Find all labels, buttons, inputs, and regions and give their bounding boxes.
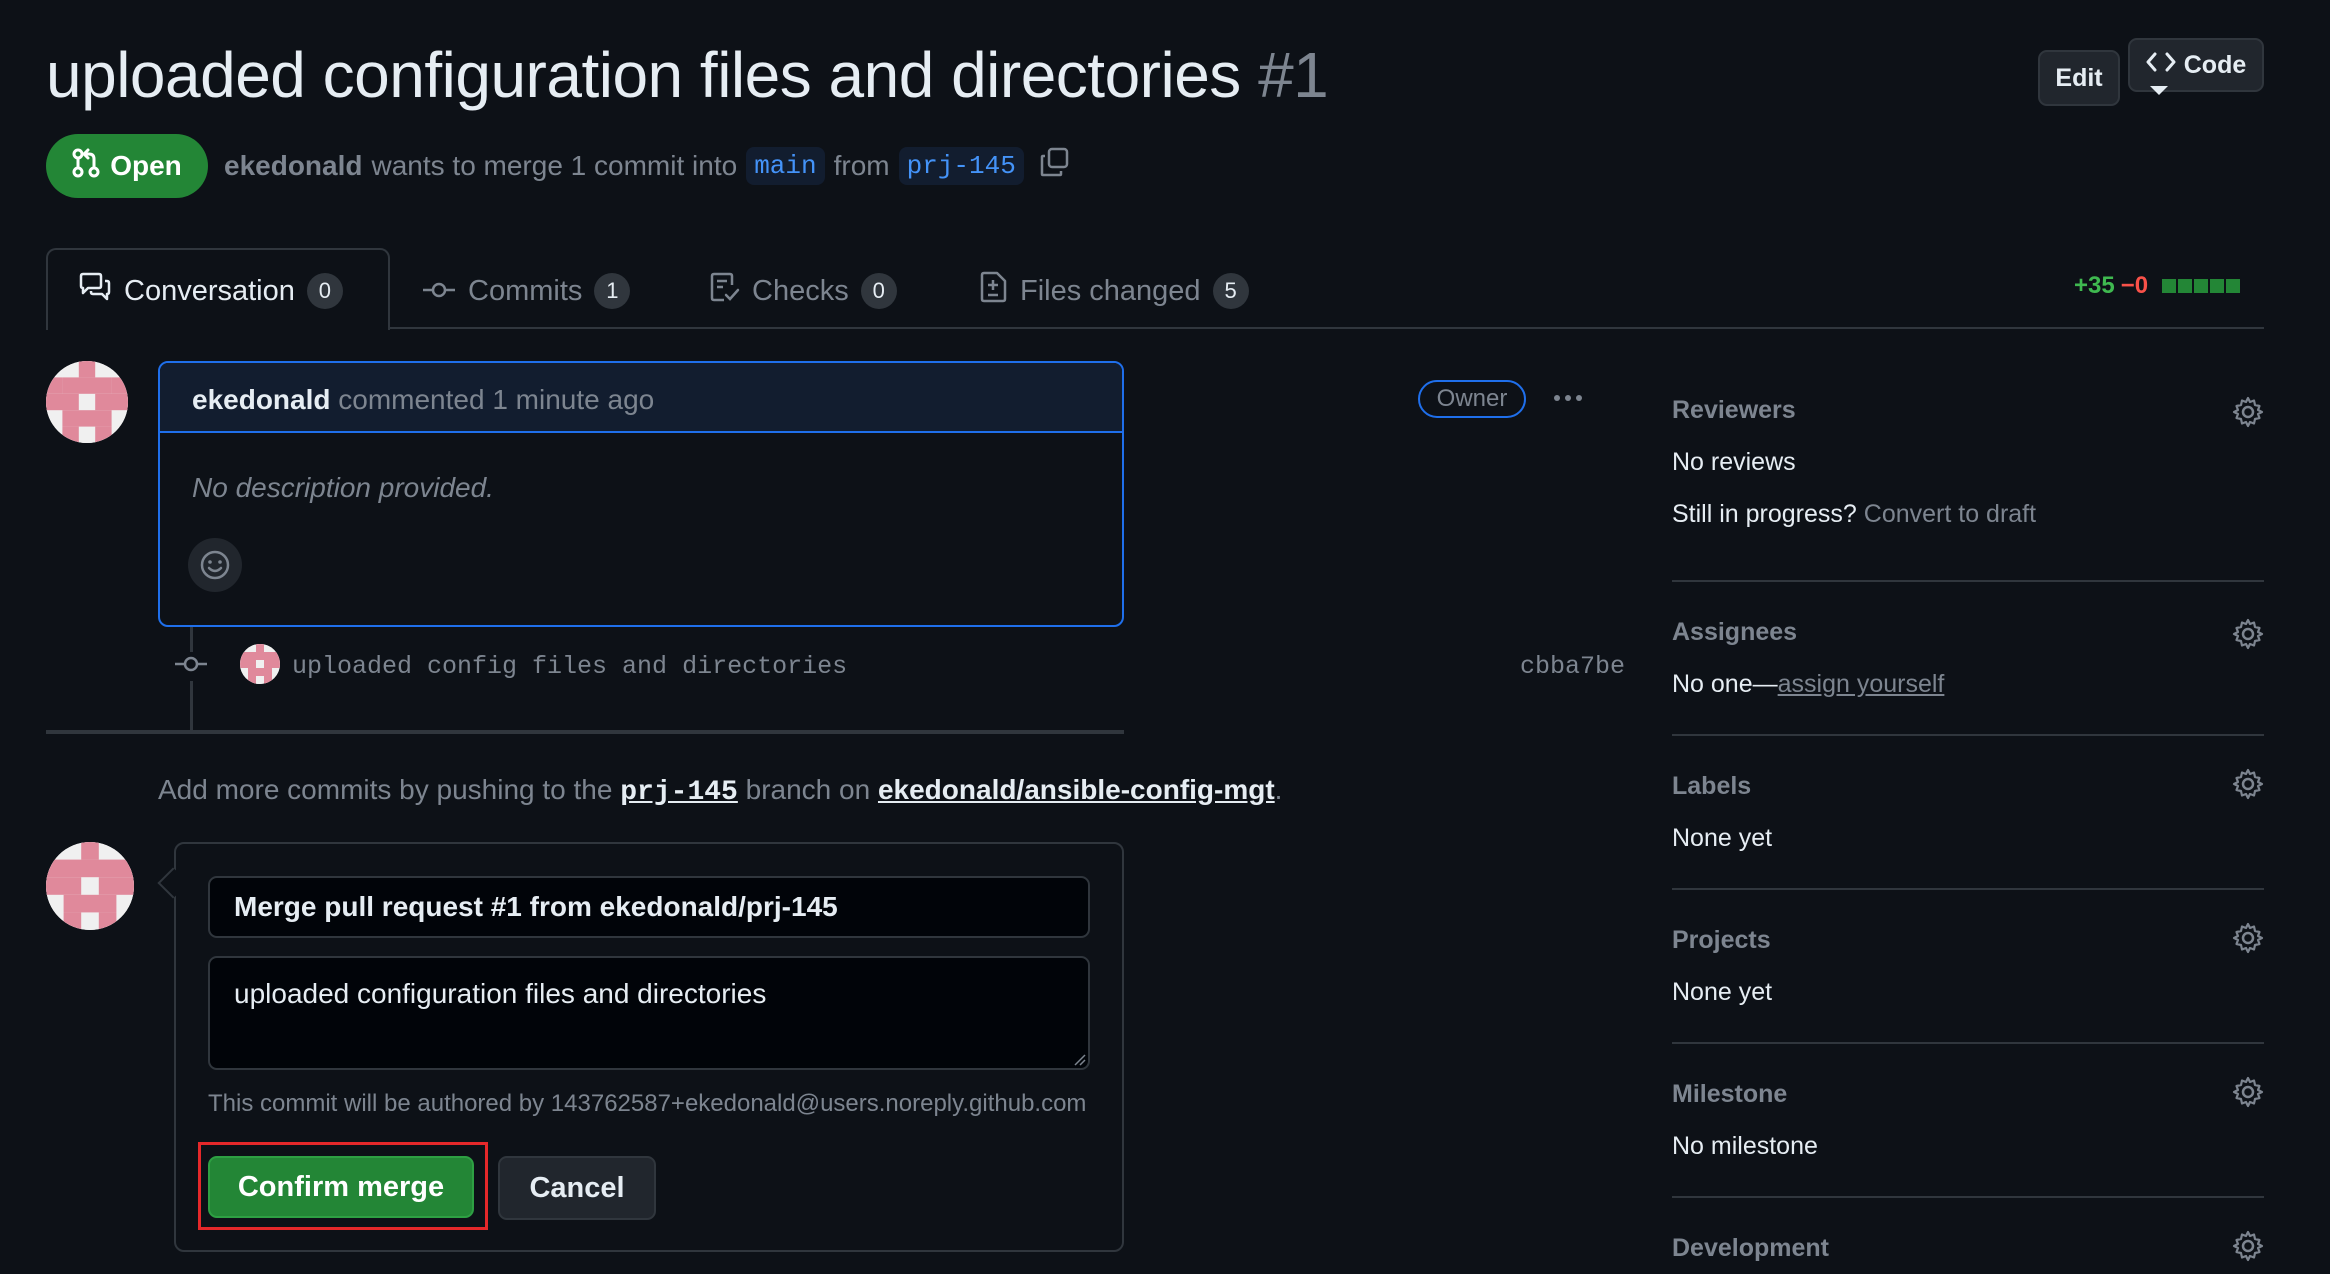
gear-icon[interactable] [2232,396,2264,433]
convert-to-draft-link[interactable]: Convert to draft [1864,500,2036,528]
diffstat-deletions: −0 [2120,272,2149,299]
commit-message-link[interactable]: uploaded config files and directories [292,652,847,681]
push-hint-middle: branch on [745,774,871,805]
assign-yourself-link[interactable]: assign yourself [1778,670,1945,698]
merge-title-input[interactable] [208,876,1090,938]
owner-badge: Owner [1418,380,1526,418]
gear-icon[interactable] [2232,768,2264,805]
timeline-separator [46,730,1124,734]
assignees-value: No one—assign yourself [1672,670,1944,699]
status-label: Open [110,150,182,181]
pr-meta: ekedonald wants to merge 1 commit into m… [224,146,1071,185]
authored-note: This commit will be authored by 14376258… [208,1090,1087,1117]
git-pull-request-icon [72,148,100,185]
sidebar-divider [1672,1042,2264,1044]
sidebar-divider [1672,1196,2264,1198]
conversation-icon [78,272,112,310]
kebab-icon[interactable] [1548,382,1588,414]
projects-value: None yet [1672,978,1773,1006]
code-button[interactable]: Code [2128,38,2264,92]
tab-conversation-count: 0 [306,273,343,309]
base-branch[interactable]: main [746,146,825,185]
push-hint: Add more commits by pushing to the prj-1… [158,774,1282,808]
file-diff-icon [980,271,1008,311]
resize-grip-icon[interactable] [1072,1052,1086,1071]
diffstat-bar [2160,279,2241,293]
tab-commits[interactable]: Commits 1 [422,270,631,312]
code-icon [2146,51,2176,80]
pr-number: #1 [1258,39,1329,111]
push-hint-branch[interactable]: prj-145 [620,777,738,808]
status-badge: Open [46,134,208,198]
avatar[interactable] [46,361,128,443]
diffstat: +35 −0 [2074,272,2241,300]
pr-author-link[interactable]: ekedonald [224,150,362,182]
projects-title[interactable]: Projects [1672,926,1771,955]
pr-title-text: uploaded configuration files and directo… [46,39,1241,111]
merge-avatar[interactable] [46,842,134,930]
comment-action[interactable]: commented 1 minute ago [338,384,654,415]
comment-body: No description provided. [192,472,494,503]
still-in-progress-label: Still in progress? [1672,500,1857,528]
copy-icon[interactable] [1039,146,1071,185]
tab-files-changed[interactable]: Files changed 5 [980,270,1249,312]
commit-author-avatar[interactable] [240,644,280,684]
milestone-value: No milestone [1672,1132,1818,1160]
sidebar-divider [1672,734,2264,736]
commit-icon [422,275,456,308]
tab-checks-label: Checks [752,274,849,307]
commit-icon [174,652,208,681]
reviewers-value: No reviews [1672,448,1796,476]
tab-commits-label: Commits [468,274,583,307]
comment-meta: ekedonald commented 1 minute ago [192,384,654,416]
gear-icon[interactable] [2232,1230,2264,1267]
merge-body-textarea[interactable]: uploaded configuration files and directo… [208,956,1090,1070]
tab-commits-count: 1 [594,273,631,309]
comment-author-link[interactable]: ekedonald [192,384,330,415]
assignees-none: No one— [1672,670,1778,698]
gear-icon[interactable] [2232,618,2264,655]
pr-title: uploaded configuration files and directo… [46,38,1329,112]
tab-files-changed-count: 5 [1212,273,1249,309]
push-hint-repo-link[interactable]: ekedonald/ansible-config-mgt [878,774,1275,805]
still-in-progress: Still in progress? Convert to draft [1672,500,2036,529]
gear-icon[interactable] [2232,1076,2264,1113]
tab-conversation-label: Conversation [124,274,295,307]
head-branch[interactable]: prj-145 [898,146,1024,185]
pr-meta-from: from [833,149,890,181]
development-title[interactable]: Development [1672,1234,1829,1263]
confirm-merge-button[interactable]: Confirm merge [208,1156,474,1218]
chevron-down-icon [2150,86,2168,95]
cancel-button[interactable]: Cancel [498,1156,656,1220]
gear-icon[interactable] [2232,922,2264,959]
checklist-icon [710,271,740,311]
push-hint-prefix: Add more commits by pushing to the [158,774,613,805]
pr-meta-text: wants to merge 1 commit into [371,149,738,181]
tab-checks-count: 0 [860,273,897,309]
assignees-title[interactable]: Assignees [1672,618,1797,647]
smiley-icon[interactable] [188,538,242,592]
code-button-label: Code [2183,50,2247,79]
sidebar-divider [1672,888,2264,890]
diffstat-additions: +35 [2074,272,2115,299]
tab-conversation[interactable]: Conversation 0 [78,270,343,312]
tab-checks[interactable]: Checks 0 [710,270,897,312]
push-hint-suffix: . [1274,774,1283,805]
reviewers-title[interactable]: Reviewers [1672,396,1796,425]
labels-value: None yet [1672,824,1773,852]
milestone-title[interactable]: Milestone [1672,1080,1787,1109]
labels-title[interactable]: Labels [1672,772,1751,801]
tab-files-changed-label: Files changed [1020,274,1201,307]
edit-button[interactable]: Edit [2038,50,2120,106]
sidebar-divider [1672,580,2264,582]
commit-sha-link[interactable]: cbba7be [1520,652,1625,681]
